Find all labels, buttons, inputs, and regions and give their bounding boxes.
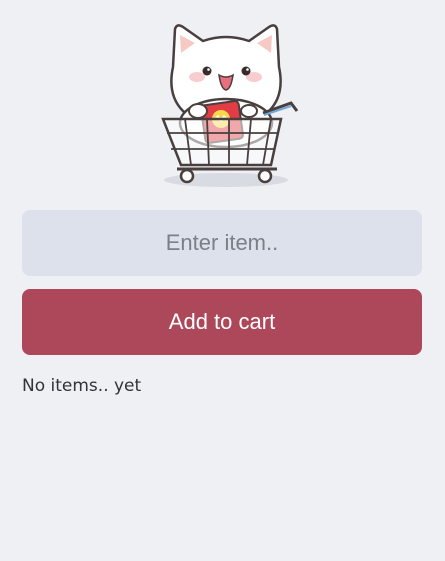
cat-in-shopping-cart-icon — [161, 24, 299, 187]
add-to-cart-button[interactable]: Add to cart — [22, 289, 422, 355]
item-input[interactable] — [22, 210, 422, 276]
empty-list-status: No items.. yet — [22, 376, 142, 396]
